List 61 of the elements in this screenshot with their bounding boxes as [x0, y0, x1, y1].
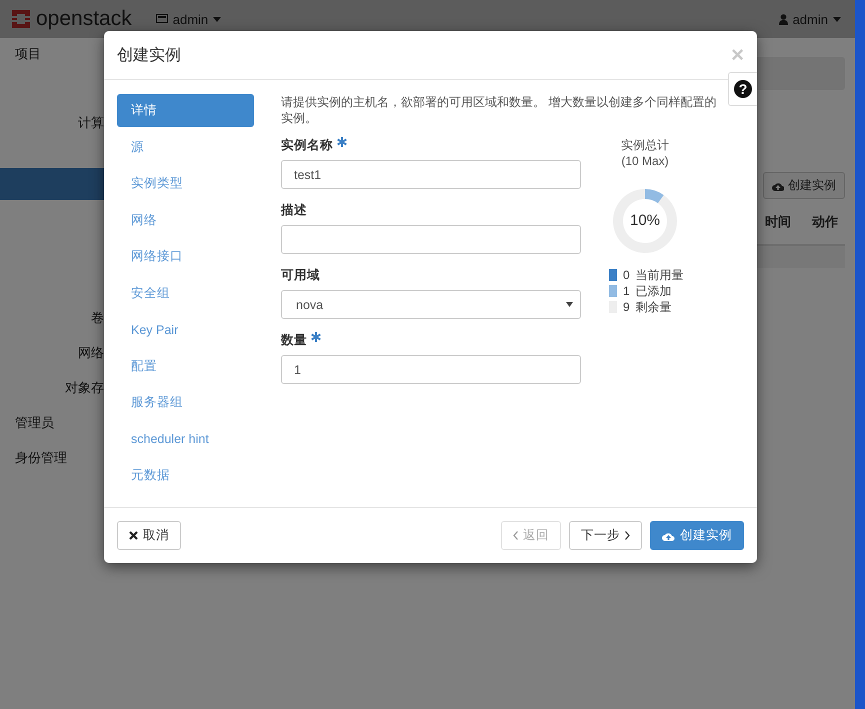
sidebar-item[interactable]: 对象存 [0, 379, 104, 397]
dialog-title: 创建实例 [117, 46, 181, 66]
legend-label: 当前用量 [636, 266, 684, 284]
input-field[interactable]: 1 [281, 355, 581, 384]
logo-icon [10, 8, 32, 30]
sidebar-item[interactable]: 身份管理 [0, 449, 104, 467]
nav-tab[interactable]: Key Pair [117, 313, 254, 346]
sidebar-item[interactable]: 卷 [0, 309, 104, 327]
logo-text: openstack [36, 7, 132, 31]
caret-icon [566, 302, 573, 307]
close-icon [129, 531, 138, 540]
sidebar-item[interactable]: 计算 [0, 114, 104, 132]
field-label: 数量 [281, 332, 307, 348]
legend-count: 1 [623, 284, 630, 298]
nav-tab[interactable]: 详情 [117, 94, 254, 127]
sidebar-item[interactable] [0, 168, 104, 200]
chart-subtitle: (10 Max) [621, 153, 669, 169]
chart-title: 实例总计 [621, 137, 669, 153]
nav-tab[interactable]: 实例类型 [117, 167, 254, 200]
legend-label: 已添加 [636, 282, 672, 300]
cloud-upload-icon [772, 180, 784, 190]
launch-button[interactable]: 创建实例 [650, 521, 744, 550]
required-icon [337, 137, 347, 147]
sidebar-item[interactable]: 网络 [0, 344, 104, 362]
cloud-upload-icon [662, 530, 675, 540]
column-header: 时间 [765, 213, 791, 231]
legend-label: 剩余量 [636, 298, 672, 316]
legend-count: 0 [623, 268, 630, 282]
nav-tab[interactable]: 安全组 [117, 276, 254, 310]
cancel-button[interactable]: 取消 [117, 521, 181, 550]
nav-tab[interactable]: scheduler hint [117, 422, 254, 456]
nav-tab[interactable]: 源 [117, 130, 254, 164]
project-menu[interactable]: admin [156, 12, 222, 26]
select-field[interactable]: nova [281, 290, 581, 319]
chevron-right-icon [625, 531, 630, 540]
sidebar-item[interactable]: 项目 [0, 45, 104, 63]
field-label: 描述 [281, 202, 307, 218]
column-header: 动作 [812, 213, 838, 231]
help-text: 请提供实例的主机名，欲部署的可用区域和数量。 增大数量以创建多个同样配置的实例。 [281, 94, 718, 126]
nav-tab[interactable]: 元数据 [117, 459, 254, 492]
field-label: 可用域 [281, 267, 320, 283]
input-field[interactable] [281, 225, 581, 254]
create-instance-button[interactable]: 创建实例 [763, 172, 845, 199]
nav-tab[interactable]: 网络接口 [117, 240, 254, 273]
nav-tab[interactable]: 网络 [117, 204, 254, 236]
user-menu[interactable]: admin [778, 12, 841, 26]
chevron-left-icon [513, 531, 518, 540]
percent-label: 10% [628, 212, 662, 230]
monitor-icon [156, 14, 168, 24]
field-label: 实例名称 [281, 137, 333, 153]
caret-icon [213, 16, 222, 22]
legend-count: 9 [623, 300, 630, 314]
user-icon [778, 14, 788, 24]
help-button[interactable]: ? [728, 72, 757, 106]
caret-icon [833, 16, 841, 22]
nav-tab[interactable]: 配置 [117, 350, 254, 382]
input-field[interactable]: test1 [281, 160, 581, 189]
required-icon [311, 332, 321, 342]
sidebar-item[interactable]: 管理员 [0, 414, 104, 432]
next-button[interactable]: 下一步 [569, 521, 642, 550]
nav-tab[interactable]: 服务器组 [117, 386, 254, 419]
